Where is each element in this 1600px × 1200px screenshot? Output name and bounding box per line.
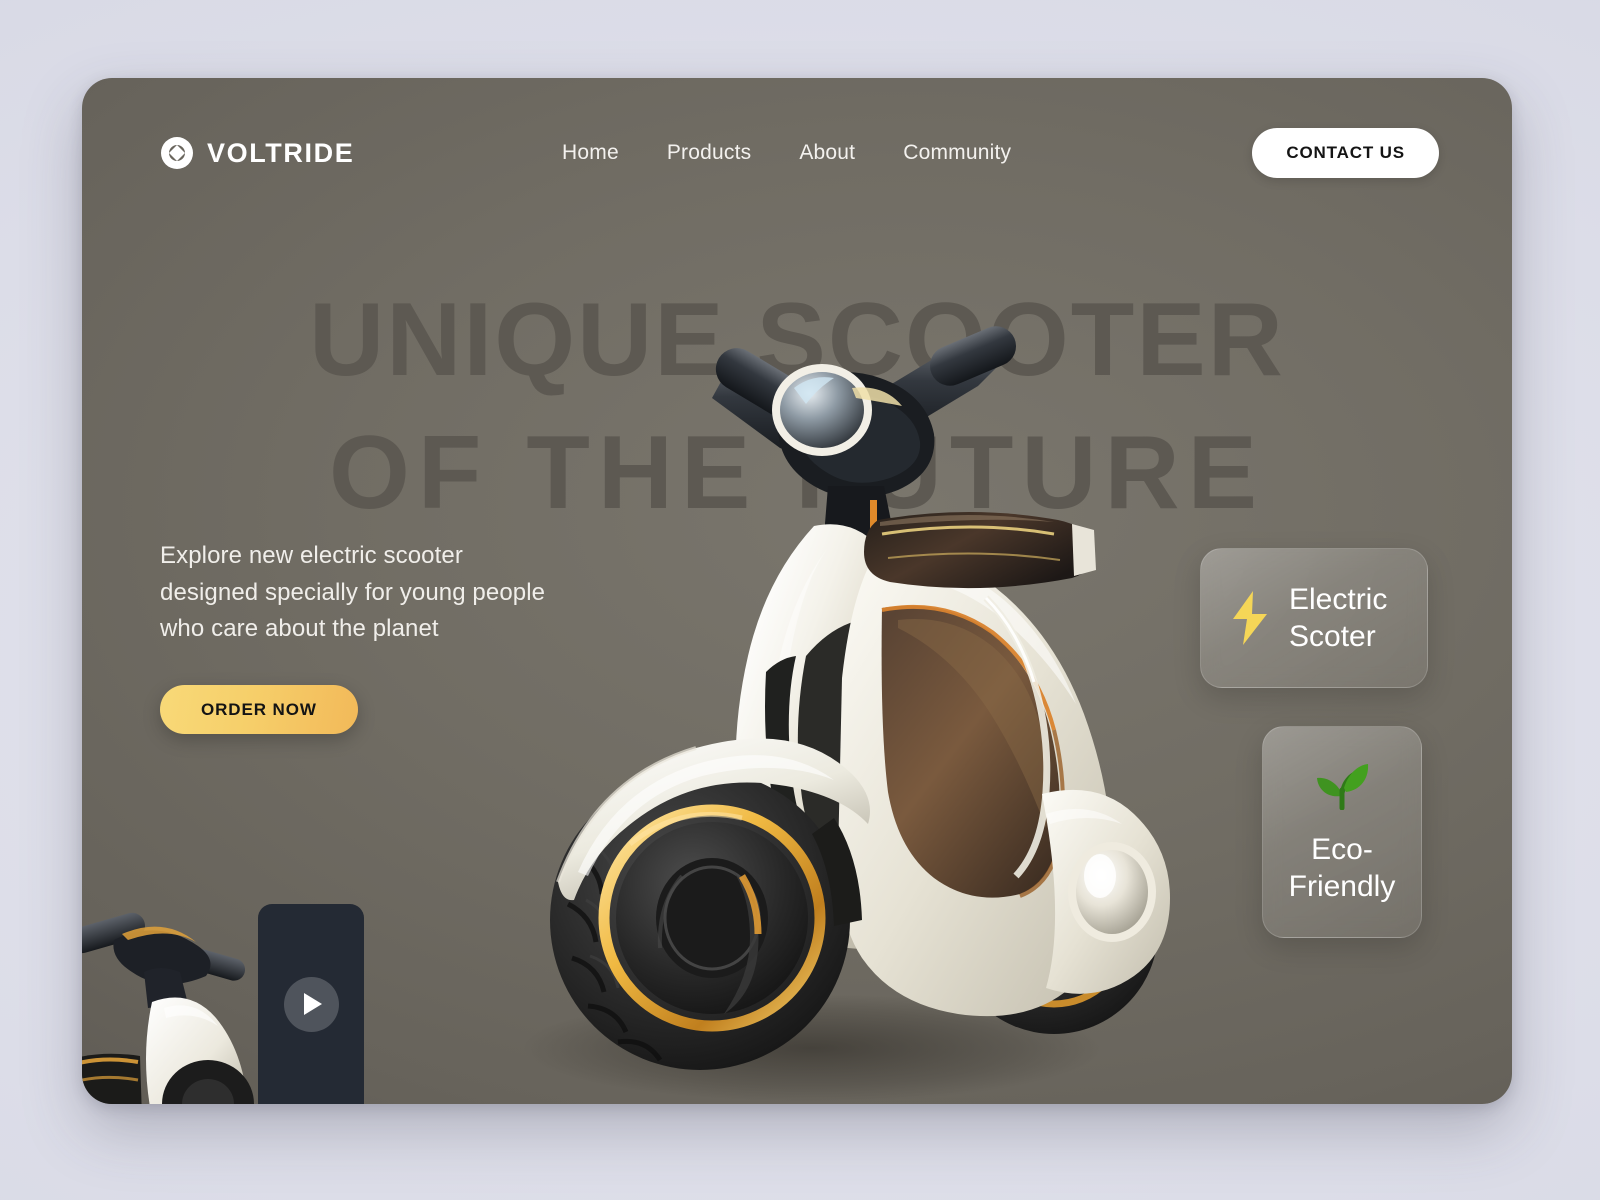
feature-card-electric[interactable]: Electric Scoter <box>1200 548 1428 688</box>
video-preview-block <box>82 890 382 1104</box>
brand-logo[interactable]: VOLTRIDE <box>160 136 354 170</box>
nav-item-products[interactable]: Products <box>667 141 751 165</box>
brand-name: VOLTRIDE <box>207 137 355 168</box>
main-navigation: Home Products About Community <box>562 141 1011 165</box>
lightning-bolt-icon <box>1233 591 1267 645</box>
contact-us-button[interactable]: CONTACT US <box>1252 128 1439 178</box>
play-button[interactable] <box>283 976 339 1032</box>
nav-item-about[interactable]: About <box>799 141 855 165</box>
feature-title-electric: Electric Scoter <box>1289 582 1388 654</box>
feature-card-eco[interactable]: Eco-Friendly <box>1262 726 1422 938</box>
diamond-in-circle-logo-icon <box>161 137 193 169</box>
play-icon <box>304 993 322 1015</box>
feature-title-eco: Eco-Friendly <box>1288 833 1396 903</box>
hero-subtitle: Explore new electric scooter designed sp… <box>160 542 546 643</box>
leaf-sprout-icon <box>1317 764 1369 811</box>
order-now-button[interactable]: ORDER NOW <box>160 685 358 735</box>
page-root: UNIQUE SCOOTER OF THE FUTURE VOLTRIDE Ho… <box>0 0 1600 1200</box>
scooter-thumbnail-image <box>82 890 258 1104</box>
site-header: VOLTRIDE Home Products About Community C… <box>82 78 1512 228</box>
hero-copy-block: Explore new electric scooter designed sp… <box>160 538 560 735</box>
hero-card: UNIQUE SCOOTER OF THE FUTURE VOLTRIDE Ho… <box>82 78 1512 1104</box>
nav-item-community[interactable]: Community <box>903 141 1011 165</box>
nav-item-home[interactable]: Home <box>562 141 619 165</box>
video-tile[interactable] <box>258 904 364 1104</box>
